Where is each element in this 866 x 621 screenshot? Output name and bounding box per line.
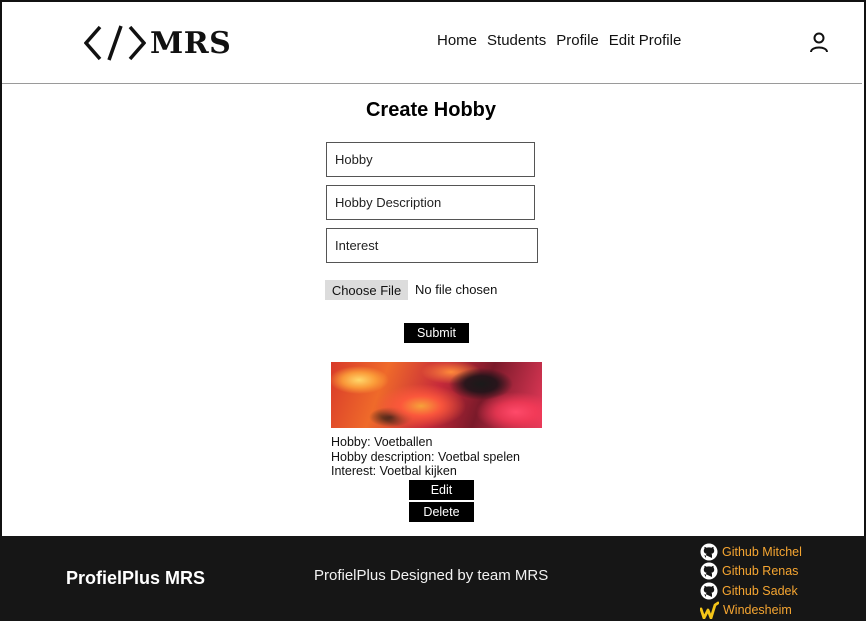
delete-button[interactable]: Delete — [409, 502, 474, 522]
link-label: Github Renas — [722, 564, 799, 579]
nav-students[interactable]: Students — [487, 32, 546, 49]
link-windesheim[interactable]: Windesheim — [700, 601, 802, 621]
interest-input[interactable] — [326, 228, 538, 263]
hobby-input[interactable] — [326, 142, 535, 177]
page-title: Create Hobby — [365, 99, 497, 121]
page-frame — [0, 0, 866, 621]
main-nav: Home Students Profile Edit Profile — [437, 32, 681, 49]
nav-edit-profile[interactable]: Edit Profile — [609, 32, 682, 49]
link-label: Github Sadek — [722, 583, 798, 598]
link-github-renas[interactable]: Github Renas — [700, 562, 802, 582]
link-github-sadek[interactable]: Github Sadek — [700, 581, 802, 601]
hobby-description-input[interactable] — [326, 185, 535, 220]
hobby-name: Hobby: Voetballen — [331, 435, 433, 449]
code-brackets-icon — [84, 25, 146, 61]
github-icon — [700, 562, 718, 580]
footer-credit: ProfielPlus Designed by team MRS — [314, 567, 549, 584]
logo-text: MRS — [150, 25, 232, 61]
link-label: Github Mitchel — [722, 544, 802, 559]
footer-links: Github Mitchel Github Renas Github Sadek… — [700, 542, 802, 620]
choose-file-button[interactable]: Choose File — [325, 280, 408, 300]
footer: ProfielPlus MRS ProfielPlus Designed by … — [0, 536, 866, 621]
submit-button[interactable]: Submit — [404, 323, 469, 343]
top-navbar: MRS Home Students Profile Edit Profile — [2, 2, 862, 84]
nav-home[interactable]: Home — [437, 32, 477, 49]
edit-button[interactable]: Edit — [409, 480, 474, 500]
hobby-description: Hobby description: Voetbal spelen — [331, 450, 521, 464]
file-status: No file chosen — [415, 282, 498, 297]
footer-brand: ProfielPlus MRS — [66, 568, 206, 588]
github-icon — [700, 582, 718, 600]
user-icon[interactable] — [808, 31, 830, 53]
github-icon — [700, 543, 718, 561]
link-label: Windesheim — [723, 603, 792, 618]
hobby-interest: Interest: Voetbal kijken — [331, 464, 457, 478]
nav-profile[interactable]: Profile — [556, 32, 599, 49]
windesheim-icon — [700, 601, 719, 620]
logo[interactable]: MRS — [84, 24, 231, 62]
hobby-image — [331, 362, 542, 428]
link-github-mitchel[interactable]: Github Mitchel — [700, 542, 802, 562]
